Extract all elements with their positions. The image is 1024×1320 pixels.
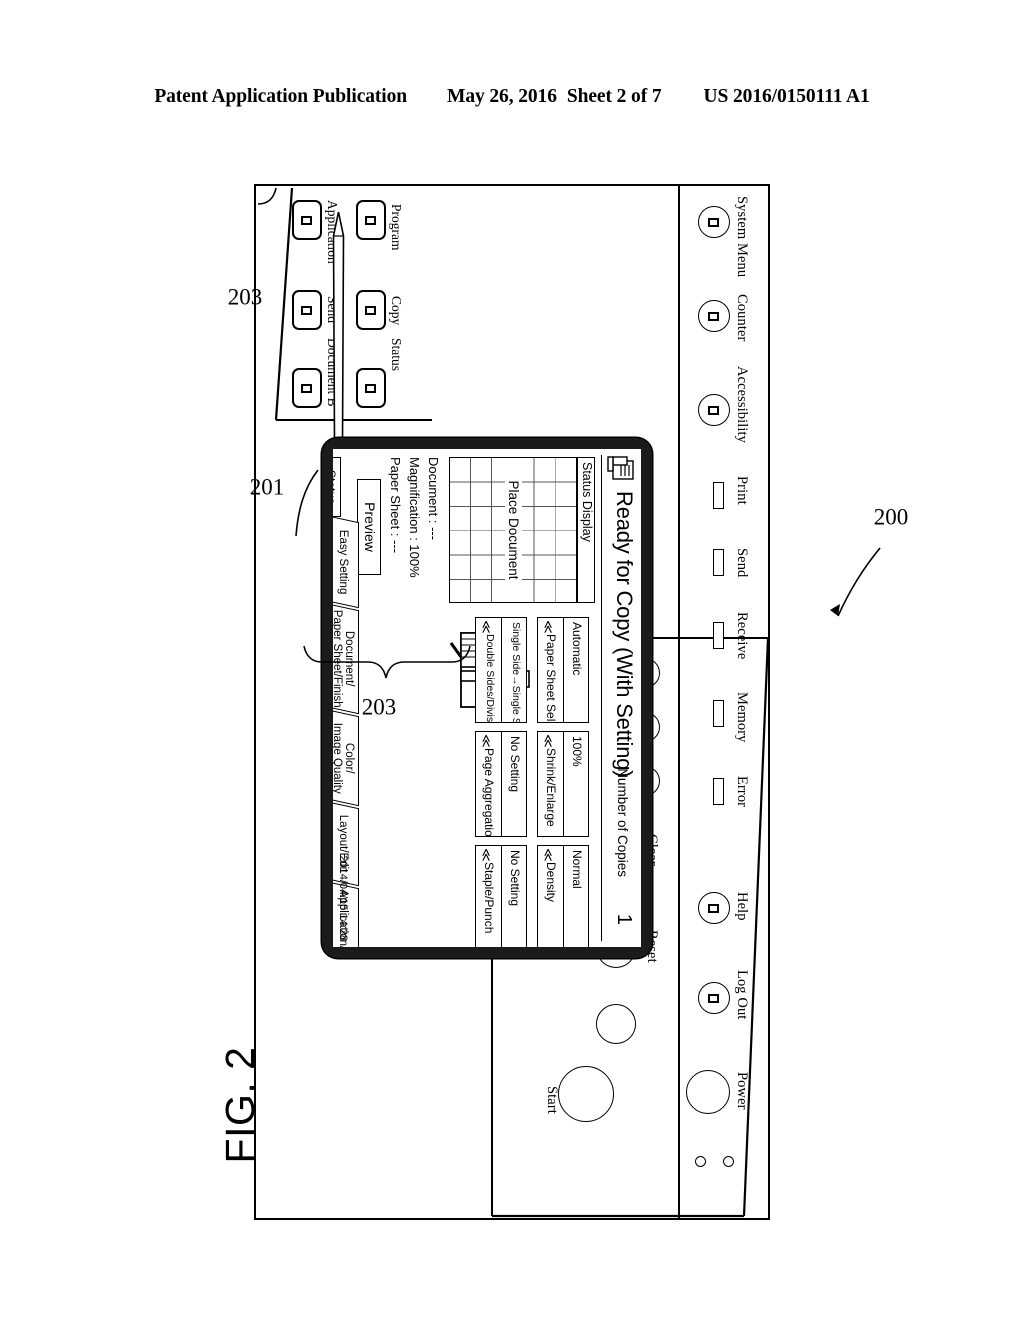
reference-numeral-201: 201 [249,474,285,500]
operation-panel-figure: System Menu Counter Accessibility Print … [228,170,908,1230]
patent-header: Patent Application Publication May 26, 2… [0,86,1024,108]
sheet-number: Sheet 2 of 7 [566,86,662,107]
reference-numeral-203-keypad: 203 [361,694,397,720]
publication-title: Patent Application Publication [154,86,408,107]
reference-numeral-200: 200 [873,504,909,530]
reference-leaders [257,187,881,679]
publication-date: May 26, 2016 [447,86,557,107]
reference-numeral-203-left: 203 [227,284,263,310]
publication-date-sheet: May 26, 2016 Sheet 2 of 7 [447,86,662,108]
patent-number: US 2016/0150111 A1 [703,86,870,107]
